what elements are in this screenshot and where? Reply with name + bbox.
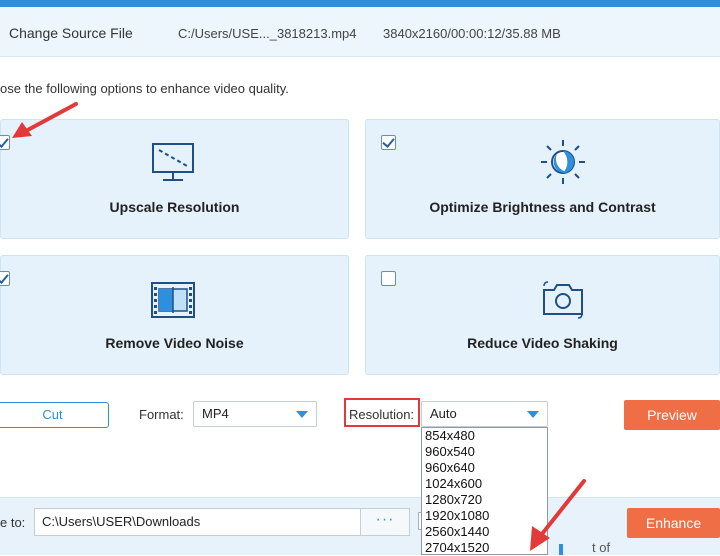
instruction-text: ose the following options to enhance vid…	[0, 81, 289, 96]
resolution-select[interactable]: Auto	[421, 401, 548, 427]
source-file-path: C:/Users/USE..._3818213.mp4	[178, 26, 357, 41]
save-path-input[interactable]: C:\Users\USER\Downloads	[34, 508, 360, 536]
chevron-down-icon	[296, 411, 308, 418]
upscale-resolution-label: Upscale Resolution	[109, 199, 240, 215]
source-file-bar: Change Source File C:/Users/USE..._38182…	[0, 7, 720, 57]
optimize-brightness-label: Optimize Brightness and Contrast	[429, 199, 656, 215]
remove-video-noise-label: Remove Video Noise	[105, 335, 244, 351]
resolution-option[interactable]: 960x540	[422, 444, 547, 460]
resolution-label-highlight	[344, 398, 420, 427]
cut-button[interactable]: Cut	[0, 402, 109, 428]
format-select[interactable]: MP4	[193, 401, 317, 427]
reduce-video-shaking-label: Reduce Video Shaking	[467, 335, 618, 351]
reduce-video-shaking-checkbox[interactable]	[381, 271, 396, 286]
optimize-brightness-checkbox[interactable]	[381, 135, 396, 150]
save-to-label: e to:	[0, 515, 26, 530]
chevron-down-icon	[527, 411, 539, 418]
format-select-value: MP4	[202, 406, 229, 421]
resolution-option[interactable]: 854x480	[422, 428, 547, 444]
film-icon	[151, 282, 195, 318]
monitor-icon	[152, 143, 194, 181]
format-label: Format:	[139, 407, 184, 422]
remove-video-noise-checkbox[interactable]	[0, 271, 10, 286]
option-card-reduce-video-shaking[interactable]: Reduce Video Shaking	[365, 255, 720, 375]
annotation-arrow-icon	[12, 102, 78, 138]
change-source-file-link[interactable]: Change Source File	[9, 25, 133, 41]
source-file-meta: 3840x2160/00:00:12/35.88 MB	[383, 26, 561, 41]
enhance-button[interactable]: Enhance	[627, 508, 720, 538]
top-accent-bar	[0, 0, 720, 7]
option-card-optimize-brightness[interactable]: Optimize Brightness and Contrast	[365, 119, 720, 239]
annotation-arrow-icon	[530, 479, 586, 551]
browse-folder-button[interactable]: ···	[360, 508, 410, 536]
background-window-text: t of	[592, 540, 611, 555]
resolution-option[interactable]: 960x640	[422, 460, 547, 476]
preview-button[interactable]: Preview	[624, 400, 720, 430]
brightness-icon	[541, 140, 585, 184]
option-card-remove-video-noise[interactable]: Remove Video Noise	[0, 255, 349, 375]
camera-icon	[543, 281, 583, 319]
resolution-select-value: Auto	[430, 406, 457, 421]
